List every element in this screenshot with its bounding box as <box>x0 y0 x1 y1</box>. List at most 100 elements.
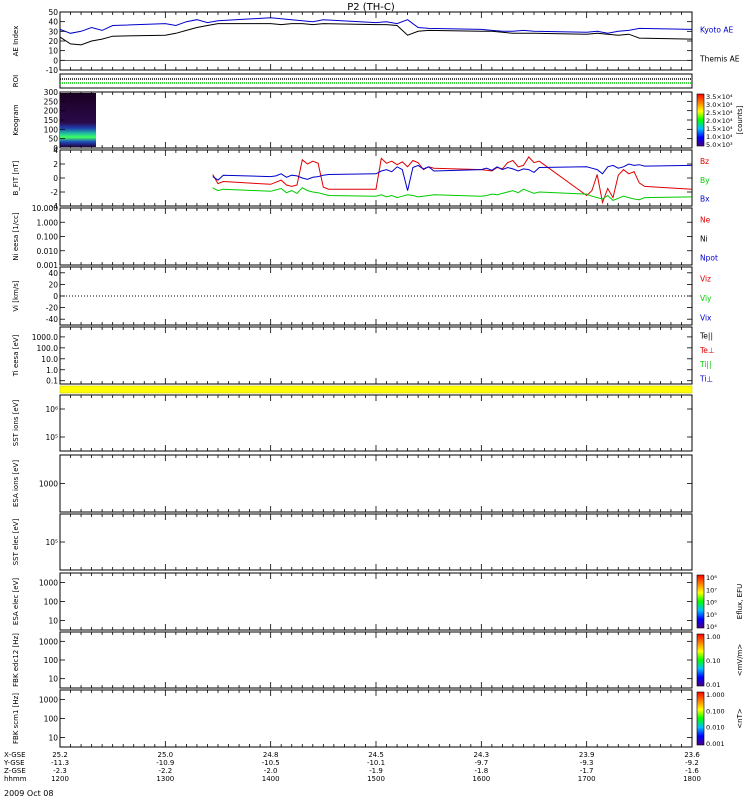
legend-entry: Npot <box>700 253 718 262</box>
y-tick-label: 10 <box>48 675 58 684</box>
x-tick-label: -1.7 <box>580 767 594 775</box>
y-axis-label: ESA elec [eV] <box>12 578 20 625</box>
colorbar <box>696 574 705 629</box>
x-tick-label: -2.3 <box>53 767 67 775</box>
panel-esa_e: 1000 100 10 ESA elec [eV] 10⁸ 10⁷ 10⁶ 10⁵ 10⁴ Efl… <box>12 572 744 631</box>
y-axis-label: FBK scm1 [Hz] <box>12 693 20 744</box>
panel-velocity: 40 20 0 -20 -40 Vi [km/s] Viz Viy Vix <box>12 266 712 326</box>
axis-row-label: Y-GSE <box>3 759 25 767</box>
x-tick-label: -10.1 <box>367 759 385 767</box>
y-tick-label: 200 <box>44 107 59 116</box>
themis-summary-plot: P2 (TH-C) 50403020100-10AE Index Kyoto AE… <box>3 2 744 798</box>
y-tick-label: 0.1 <box>46 377 58 386</box>
y-tick-label: 10⁶ <box>45 405 58 414</box>
x-tick-label: -1.6 <box>685 767 699 775</box>
y-tick-label: 0 <box>53 292 58 301</box>
x-tick-label: 23.9 <box>579 751 595 759</box>
panel-fbk_e: 1000 100 10 FBK edc12 [Hz] 1.00 0.10 0.01 <mV/m… <box>12 631 744 689</box>
x-tick-label: -9.2 <box>685 759 699 767</box>
legend-entry: Bz <box>700 157 709 166</box>
y-tick-label: 10 <box>48 617 58 626</box>
y-tick-label: 10 <box>48 47 58 56</box>
y-tick-label: 0 <box>53 56 58 65</box>
x-tick-label: -1.8 <box>474 767 488 775</box>
colorbar-tick-label: 0.10 <box>706 657 720 665</box>
panel-frame <box>59 513 693 571</box>
y-axis-label: SST elec [eV] <box>12 518 20 565</box>
panel-roi: ROI <box>12 73 693 89</box>
x-tick-label: -2.2 <box>158 767 172 775</box>
y-tick-label: 40 <box>48 18 58 27</box>
x-tick-label: 1600 <box>472 775 490 783</box>
y-tick-label: 0.010 <box>37 247 59 256</box>
y-tick-label: 1000 <box>39 579 58 588</box>
y-tick-label: 1.0 <box>46 366 58 375</box>
colorbar-tick-label: 1.0×10⁴ <box>706 133 733 141</box>
colorbar-tick-label: 2.5×10⁴ <box>706 109 733 117</box>
keogram-image <box>60 93 96 147</box>
colorbar <box>696 93 705 147</box>
y-axis-label: Keogram <box>12 104 20 135</box>
x-tick-label: 1800 <box>683 775 701 783</box>
y-axis-label: FBK edc12 [Hz] <box>12 633 20 687</box>
y-tick-label: 20 <box>48 280 58 289</box>
legend-entry: Ti|| <box>699 360 712 369</box>
y-axis-label: B_FIT [nT] <box>12 160 20 195</box>
x-tick-label: -10.5 <box>262 759 280 767</box>
legend-entry: Viy <box>700 294 712 303</box>
y-tick-label: 10 <box>48 734 58 743</box>
colorbar-tick-label: 0.100 <box>706 707 725 715</box>
plot-title: P2 (TH-C) <box>347 2 395 13</box>
y-tick-label: 10⁵ <box>45 538 58 547</box>
x-tick-label: 23.6 <box>684 751 700 759</box>
y-tick-label: 20 <box>48 37 58 46</box>
colorbar-label: <mV/m> <box>736 644 744 677</box>
x-tick-label: 24.5 <box>368 751 384 759</box>
x-tick-label: 1200 <box>51 775 69 783</box>
y-tick-label: 100 <box>44 656 59 665</box>
colorbar-tick-label: 10⁷ <box>706 586 717 594</box>
panel-esa_i: 1000 ESA ions [eV] <box>12 454 693 513</box>
y-tick-label: 40 <box>48 269 58 278</box>
y-tick-label: 1000.0 <box>32 333 58 342</box>
y-tick-label: 1.000 <box>37 218 59 227</box>
y-tick-label: 100 <box>44 715 59 724</box>
panel-bfield: 420-2-4B_FIT [nT] BzByBx <box>12 146 710 211</box>
legend-entry: Ne <box>700 215 711 224</box>
y-tick-label: 100.0 <box>37 344 59 353</box>
colorbar-tick-label: 1.00 <box>706 633 720 641</box>
y-axis-label: ESA ions [eV] <box>12 460 20 507</box>
y-tick-label: 2 <box>53 160 58 169</box>
x-tick-label: -2.0 <box>264 767 278 775</box>
y-tick-label: 10.000 <box>32 204 58 213</box>
legend-entry: Te⊥ <box>699 346 714 355</box>
x-tick-label: 1400 <box>262 775 280 783</box>
colorbar-tick-label: 0.010 <box>706 724 725 732</box>
x-tick-label: 24.3 <box>474 751 490 759</box>
y-tick-label: 1000 <box>39 696 58 705</box>
y-tick-label: 0.100 <box>37 233 59 242</box>
colorbar-label: <nT> <box>736 708 744 729</box>
x-tick-label: -1.9 <box>369 767 383 775</box>
y-tick-label: 150 <box>44 116 59 125</box>
y-tick-label: -2 <box>51 188 59 197</box>
colorbar-tick-label: 3.0×10⁴ <box>706 101 733 109</box>
panel-temperature: 1000.0 100.0 10.0 1.0 0.1 Ti eesa [eV] Te|| Te⊥… <box>12 326 714 386</box>
legend-entry: Ni <box>700 234 708 243</box>
x-tick-label: -11.3 <box>51 759 69 767</box>
legend-entry: Te|| <box>699 332 713 341</box>
y-axis-label: AE Index <box>12 26 20 57</box>
colorbar-tick-label: 0.001 <box>706 740 725 748</box>
x-tick-label: 1700 <box>578 775 596 783</box>
axis-row-label: Z-GSE <box>4 767 26 775</box>
y-tick-label: -10 <box>46 66 58 75</box>
colorbar-tick-label: 10⁸ <box>706 574 717 582</box>
colorbar-tick-label: 3.5×10⁴ <box>706 93 733 101</box>
time-axis: X-GSEY-GSEZ-GSEhhmm 25.2 25.0 24.8 24.5 24.3 2… <box>3 751 701 783</box>
y-tick-label: -20 <box>46 304 58 313</box>
y-axis-label: Ti eesa [eV] <box>12 334 20 377</box>
axis-row-label: X-GSE <box>4 751 26 759</box>
colorbar-tick-label: 10⁴ <box>706 623 717 631</box>
axis-row-label: hhmm <box>4 775 27 783</box>
panel-mode_bar <box>59 385 693 394</box>
